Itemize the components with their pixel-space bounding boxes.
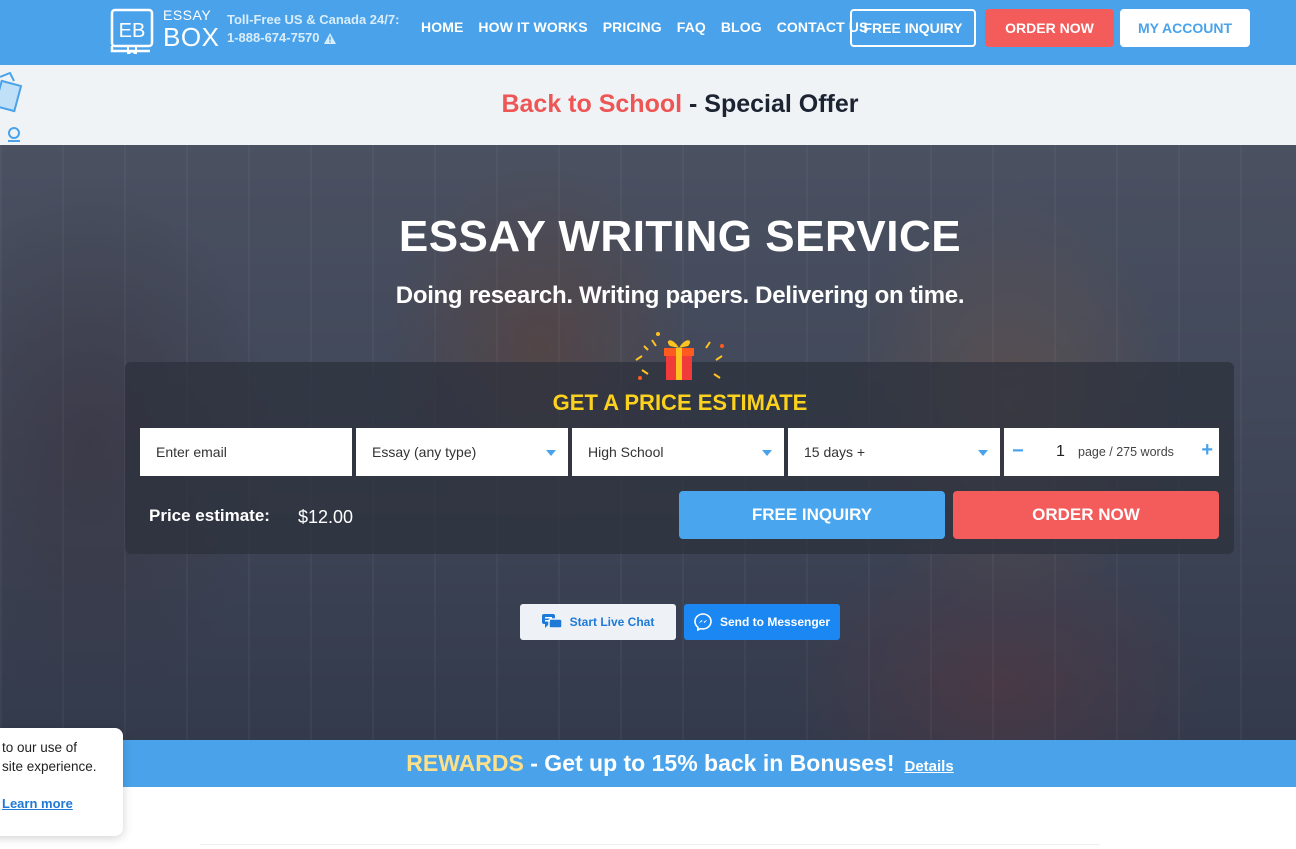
site-header: EB ESSAY BOX Toll-Free US & Canada 24/7:… (0, 0, 1296, 65)
rewards-bar: REWARDS - Get up to 15% back in Bonuses!… (0, 740, 1296, 787)
cookie-line-1: to our use of (2, 740, 78, 755)
hero-title: ESSAY WRITING SERVICE (398, 212, 962, 261)
chat-bubbles-icon (541, 614, 562, 629)
email-field[interactable]: Enter email (140, 428, 352, 476)
offer-highlight: Back to School (501, 90, 683, 118)
cookie-text: to our use of site experience. (2, 738, 97, 776)
tollfree-label: Toll-Free US & Canada 24/7: (227, 12, 400, 27)
gift-box-icon (635, 332, 724, 380)
pages-stepper[interactable]: − 1 page / 275 words + (1004, 428, 1219, 476)
live-chat-label: Start Live Chat (569, 615, 655, 629)
phone-number[interactable]: 1-888-674-7570 (227, 29, 320, 47)
send-to-messenger-button[interactable]: Send to Messenger (684, 604, 840, 640)
offer-text: Special Offer (704, 90, 859, 118)
hero-section: ESSAY WRITING SERVICE Doing research. Wr… (0, 145, 1296, 740)
chevron-down-icon (762, 450, 772, 456)
academic-level-select[interactable]: High School (572, 428, 784, 476)
price-estimate-label: Price estimate: (149, 506, 270, 525)
deadline-value: 15 days + (804, 444, 866, 460)
nav-blog[interactable]: BLOG (721, 19, 762, 35)
warning-icon (323, 32, 336, 44)
chevron-down-icon (546, 450, 556, 456)
free-inquiry-button[interactable]: FREE INQUIRY (679, 491, 945, 539)
price-estimate-title: GET A PRICE ESTIMATE (552, 390, 808, 415)
rewards-details-link[interactable]: Details (904, 758, 953, 775)
special-offer-bar[interactable]: Back to School - Special Offer (0, 65, 1296, 145)
email-placeholder[interactable]: Enter email (156, 444, 227, 460)
offer-separator: - (682, 90, 705, 118)
header-order-now-button[interactable]: ORDER NOW (985, 9, 1114, 47)
pages-words-label: page / 275 words (1078, 445, 1174, 459)
logo-line1: ESSAY (163, 7, 212, 23)
decrement-pages-button[interactable]: − (1012, 440, 1024, 463)
logo-text: ESSAY BOX (163, 8, 219, 50)
logo-book-icon: EB (110, 8, 154, 54)
paper-type-value: Essay (any type) (372, 444, 477, 460)
academic-level-value: High School (588, 444, 664, 460)
header-free-inquiry-button[interactable]: FREE INQUIRY (850, 9, 976, 47)
nav-pricing[interactable]: PRICING (603, 19, 662, 35)
hero-subtitle: Doing research. Writing papers. Deliveri… (395, 282, 965, 309)
cookie-notice: to our use of site experience. Learn mor… (0, 728, 123, 836)
main-nav: HOME HOW IT WORKS PRICING FAQ BLOG CONTA… (421, 19, 883, 35)
rewards-highlight: REWARDS (406, 750, 524, 776)
start-live-chat-button[interactable]: Start Live Chat (520, 604, 676, 640)
nav-how-it-works[interactable]: HOW IT WORKS (478, 19, 587, 35)
cookie-line-2: site experience. (2, 759, 97, 774)
special-offer-title[interactable]: Back to School - Special Offer (0, 90, 1296, 119)
nav-home[interactable]: HOME (421, 19, 463, 35)
messenger-label: Send to Messenger (719, 615, 831, 629)
pages-count[interactable]: 1 (1056, 443, 1065, 461)
logo-line2: BOX (163, 22, 220, 52)
cookie-learn-more-link[interactable]: Learn more (2, 796, 73, 811)
tollfree-info: Toll-Free US & Canada 24/7: 1-888-674-75… (227, 11, 399, 47)
chevron-down-icon (978, 450, 988, 456)
rewards-text: REWARDS - Get up to 15% back in Bonuses!… (0, 750, 1296, 777)
rewards-description: - Get up to 15% back in Bonuses! (523, 750, 895, 776)
svg-text:EB: EB (119, 20, 146, 42)
paper-type-select[interactable]: Essay (any type) (356, 428, 568, 476)
phone-row[interactable]: 1-888-674-7570 (227, 29, 399, 47)
my-account-button[interactable]: MY ACCOUNT (1120, 9, 1250, 47)
logo[interactable]: EB ESSAY BOX (110, 6, 219, 56)
messenger-icon (694, 613, 712, 631)
section-divider (200, 844, 1100, 845)
price-estimate-value: $12.00 (298, 507, 354, 527)
nav-faq[interactable]: FAQ (677, 19, 706, 35)
increment-pages-button[interactable]: + (1201, 439, 1213, 462)
deadline-select[interactable]: 15 days + (788, 428, 1000, 476)
order-now-button[interactable]: ORDER NOW (953, 491, 1219, 539)
